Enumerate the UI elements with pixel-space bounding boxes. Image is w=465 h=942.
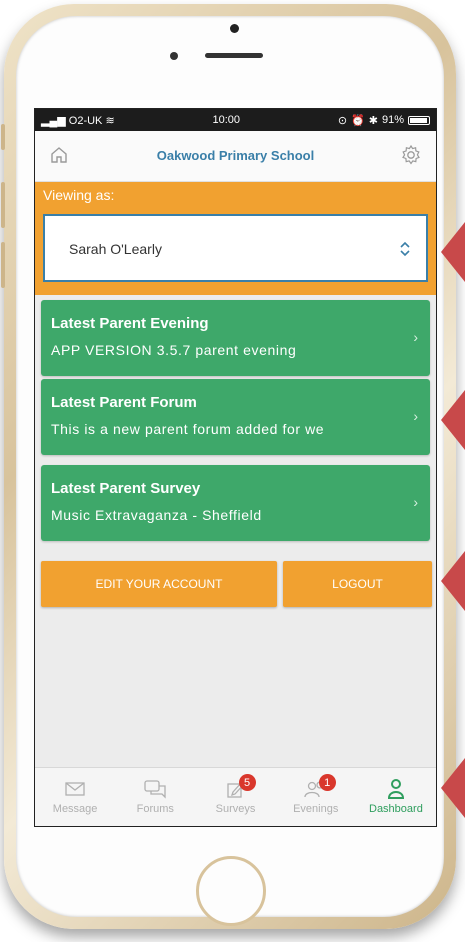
page-title: Oakwood Primary School (156, 148, 315, 163)
evenings-badge: 1 (318, 774, 336, 791)
status-bar: ▂▄▆ O2-UK ≋ 10:00 ⊙ ⏰ ✱ 91% (35, 109, 436, 131)
edit-survey-icon: 5 (225, 774, 256, 801)
latest-parent-evening-card[interactable]: Latest Parent Evening APP VERSION 3.5.7 … (41, 300, 430, 376)
latest-parent-survey-card[interactable]: Latest Parent Survey Music Extravaganza … (41, 465, 430, 541)
tab-dashboard[interactable]: Dashboard (356, 768, 436, 826)
tab-message[interactable]: Message (35, 768, 115, 826)
tab-label: Evenings (293, 803, 339, 815)
carrier-name: O2-UK (68, 114, 103, 127)
volume-up-button (1, 182, 5, 228)
child-selector-value: Sarah O'Learly (69, 241, 162, 257)
viewing-as-panel: Viewing as: Sarah O'Learly (35, 182, 436, 295)
annotation-pointer (441, 222, 465, 282)
chat-bubbles-icon (143, 777, 167, 801)
tab-label: Dashboard (369, 803, 423, 815)
chevron-right-icon: › (413, 494, 418, 510)
status-right: ⊙ ⏰ ✱ 91% (338, 114, 430, 127)
tab-label: Message (52, 803, 98, 815)
card-subtitle: APP VERSION 3.5.7 parent evening (51, 342, 297, 358)
viewing-as-label: Viewing as: (43, 187, 115, 203)
chevron-right-icon: › (413, 329, 418, 345)
latest-parent-forum-card[interactable]: Latest Parent Forum This is a new parent… (41, 379, 430, 455)
card-title: Latest Parent Survey (51, 480, 201, 497)
chevron-right-icon: › (413, 408, 418, 424)
edit-account-button[interactable]: EDIT YOUR ACCOUNT (41, 561, 277, 607)
person-icon (386, 777, 406, 801)
battery-icon (407, 115, 430, 125)
card-title: Latest Parent Evening (51, 315, 209, 332)
surveys-badge: 5 (238, 774, 256, 791)
app-header: Oakwood Primary School (35, 131, 436, 182)
annotation-pointer (441, 390, 465, 450)
logout-button[interactable]: LOGOUT (283, 561, 432, 607)
tab-surveys[interactable]: 5 Surveys (195, 768, 275, 826)
location-icon: ⊙ (337, 114, 348, 127)
tab-forums[interactable]: Forums (115, 768, 195, 826)
alarm-icon: ⏰ (351, 114, 365, 127)
bluetooth-icon: ✱ (368, 114, 378, 127)
earpiece-speaker (205, 53, 263, 58)
tab-evenings[interactable]: 1 Evenings (276, 768, 356, 826)
volume-down-button (1, 242, 5, 288)
front-camera (230, 24, 239, 33)
mute-switch (1, 124, 5, 150)
app-screen: ▂▄▆ O2-UK ≋ 10:00 ⊙ ⏰ ✱ 91% Oakwood Prim… (34, 108, 437, 827)
tab-label: Surveys (215, 803, 256, 815)
card-subtitle: Music Extravaganza - Sheffield (51, 507, 262, 523)
card-subtitle: This is a new parent forum added for we (51, 421, 325, 437)
signal-icon: ▂▄▆ (41, 114, 66, 127)
card-title: Latest Parent Forum (51, 394, 197, 411)
envelope-icon (64, 777, 86, 801)
carrier-indicator: ▂▄▆ O2-UK ≋ (41, 114, 115, 127)
gear-icon[interactable] (400, 144, 422, 171)
up-down-chevron-icon (398, 239, 412, 264)
battery-percent: 91% (381, 114, 404, 126)
wifi-icon: ≋ (105, 114, 115, 127)
status-time: 10:00 (212, 114, 241, 126)
home-button[interactable] (196, 856, 266, 926)
proximity-sensor (170, 52, 178, 60)
annotation-pointer (441, 551, 465, 611)
tab-label: Forums (136, 803, 174, 815)
tab-bar: Message Forums 5 Surveys 1 Evenings Dash… (35, 767, 436, 826)
annotation-pointer (441, 758, 465, 818)
people-icon: 1 (303, 774, 336, 801)
child-selector[interactable]: Sarah O'Learly (43, 214, 428, 282)
